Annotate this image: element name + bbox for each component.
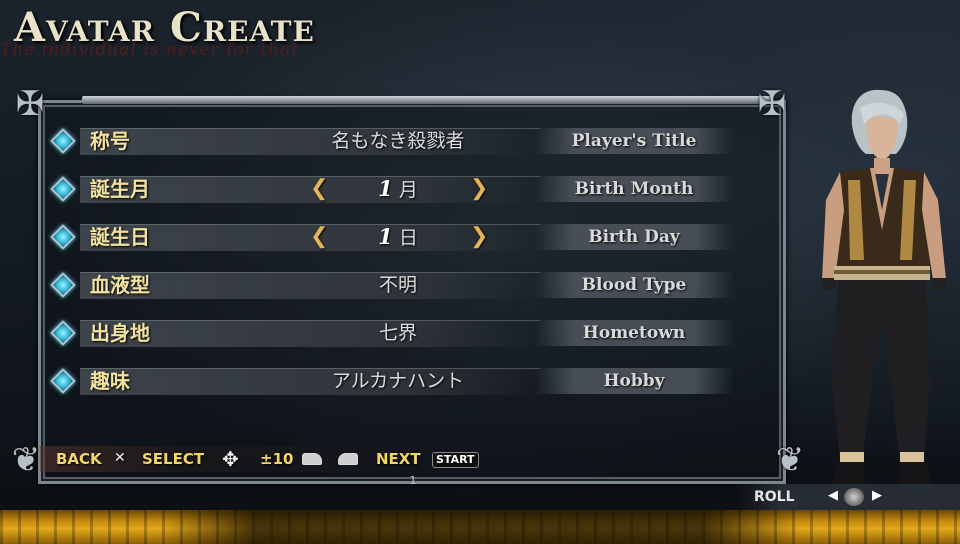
- field-english-label: Hometown: [534, 320, 734, 346]
- r-shoulder-icon: [338, 453, 358, 465]
- field-value: アルカナハント: [331, 370, 465, 392]
- step-hint: ±10: [260, 450, 294, 468]
- frame-ornament-top-left-icon: ✠: [15, 84, 45, 124]
- field-row-blood-type[interactable]: 血液型 不明 Blood Type: [48, 272, 768, 302]
- field-english-label: Hobby: [534, 368, 734, 394]
- roll-left-arrow-icon[interactable]: ◀: [828, 488, 838, 503]
- control-hints: BACK ✕ SELECT ✥ ±10 NEXT START: [40, 446, 500, 472]
- l-shoulder-icon: [302, 453, 322, 465]
- field-english-label: Birth Month: [534, 176, 734, 202]
- value-unit: 日: [398, 227, 418, 249]
- field-label: 誕生月: [90, 177, 150, 201]
- field-row-hobby[interactable]: 趣味 アルカナハント Hobby: [48, 368, 768, 398]
- field-row-title[interactable]: 称号 名もなき殺戮者 Player's Title: [48, 128, 768, 158]
- strip-shadow: [160, 510, 800, 544]
- roll-label: ROLL: [754, 489, 795, 505]
- selector-diamond-icon: [50, 272, 76, 298]
- value-number: 1: [378, 224, 393, 249]
- game-screen: Avatar Create The individual is never fo…: [0, 0, 960, 544]
- selector-diamond-icon: [50, 320, 76, 346]
- field-label: 血液型: [90, 273, 150, 297]
- field-english-label: Blood Type: [534, 272, 734, 298]
- selector-diamond-icon: [50, 128, 76, 154]
- value-number: 1: [378, 176, 393, 201]
- field-english-label: Player's Title: [534, 128, 734, 154]
- roll-control[interactable]: ROLL ◀ ▶: [736, 484, 960, 510]
- selector-diamond-icon: [50, 368, 76, 394]
- field-value: 名もなき殺戮者: [331, 130, 465, 152]
- analog-stick-icon: [844, 488, 864, 506]
- field-row-hometown[interactable]: 出身地 七界 Hometown: [48, 320, 768, 350]
- dpad-icon: ✥: [222, 447, 239, 471]
- increment-arrow-icon[interactable]: ❯: [470, 225, 488, 249]
- field-value: 七界: [378, 322, 417, 344]
- select-hint: SELECT: [142, 450, 205, 468]
- back-hint: BACK: [56, 450, 102, 468]
- field-label: 称号: [90, 129, 130, 153]
- screen-subtitle: The individual is never for that: [0, 40, 299, 60]
- frame-top-bar: [82, 96, 772, 104]
- page-indicator: 1: [409, 474, 417, 487]
- field-label: 趣味: [90, 369, 130, 393]
- increment-arrow-icon[interactable]: ❯: [470, 177, 488, 201]
- roll-right-arrow-icon[interactable]: ▶: [872, 488, 882, 503]
- field-value: 不明: [378, 274, 417, 296]
- field-label: 出身地: [90, 321, 150, 345]
- field-row-birth-month[interactable]: 誕生月 ❮ 1 月 ❯ Birth Month: [48, 176, 768, 206]
- selector-diamond-icon: [50, 176, 76, 202]
- field-english-label: Birth Day: [534, 224, 734, 250]
- next-hint: NEXT: [376, 450, 421, 468]
- frame-ornament-top-right-icon: ✠: [757, 84, 787, 124]
- avatar-character: [822, 89, 946, 496]
- field-row-birth-day[interactable]: 誕生日 ❮ 1 日 ❯ Birth Day: [48, 224, 768, 254]
- field-label: 誕生日: [90, 225, 150, 249]
- bottom-decorative-strip: [0, 510, 960, 544]
- value-unit: 月: [398, 179, 418, 201]
- start-button-icon: START: [432, 452, 479, 468]
- selector-diamond-icon: [50, 224, 76, 250]
- cross-button-icon: ✕: [114, 450, 126, 466]
